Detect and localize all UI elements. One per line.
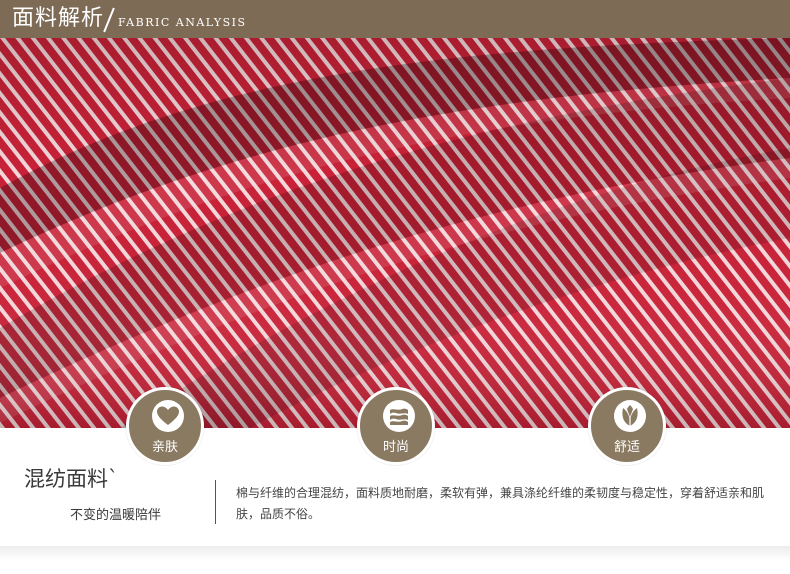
- fabric-photo: [0, 38, 790, 428]
- feature-label: 时尚: [382, 440, 409, 455]
- feature-label: 亲肤: [151, 440, 178, 455]
- feature-fashion: 时尚: [357, 387, 435, 465]
- section-title: 面料解析: [12, 6, 105, 31]
- feature-skin-friendly: 亲肤: [126, 387, 204, 465]
- title-divider: [103, 7, 115, 33]
- fabric-stack-icon: [383, 400, 415, 432]
- info-divider: [215, 480, 216, 524]
- leaf-icon: [614, 400, 646, 432]
- feature-label: 舒适: [613, 440, 640, 455]
- feature-comfort: 舒适: [588, 387, 666, 465]
- fabric-description: 棉与纤维的合理混纺，面料质地耐磨，柔软有弹，兼具涤纶纤维的柔韧度与稳定性，穿着舒…: [236, 486, 765, 521]
- fabric-tagline: 不变的温暖陪伴: [70, 508, 162, 523]
- heart-icon: [152, 400, 184, 432]
- section-subtitle: FABRIC ANALYSIS: [118, 16, 247, 29]
- fabric-type-title: 混纺面料`: [24, 467, 119, 491]
- bottom-shadow: [0, 546, 790, 560]
- section-header: 面料解析 FABRIC ANALYSIS: [0, 0, 790, 38]
